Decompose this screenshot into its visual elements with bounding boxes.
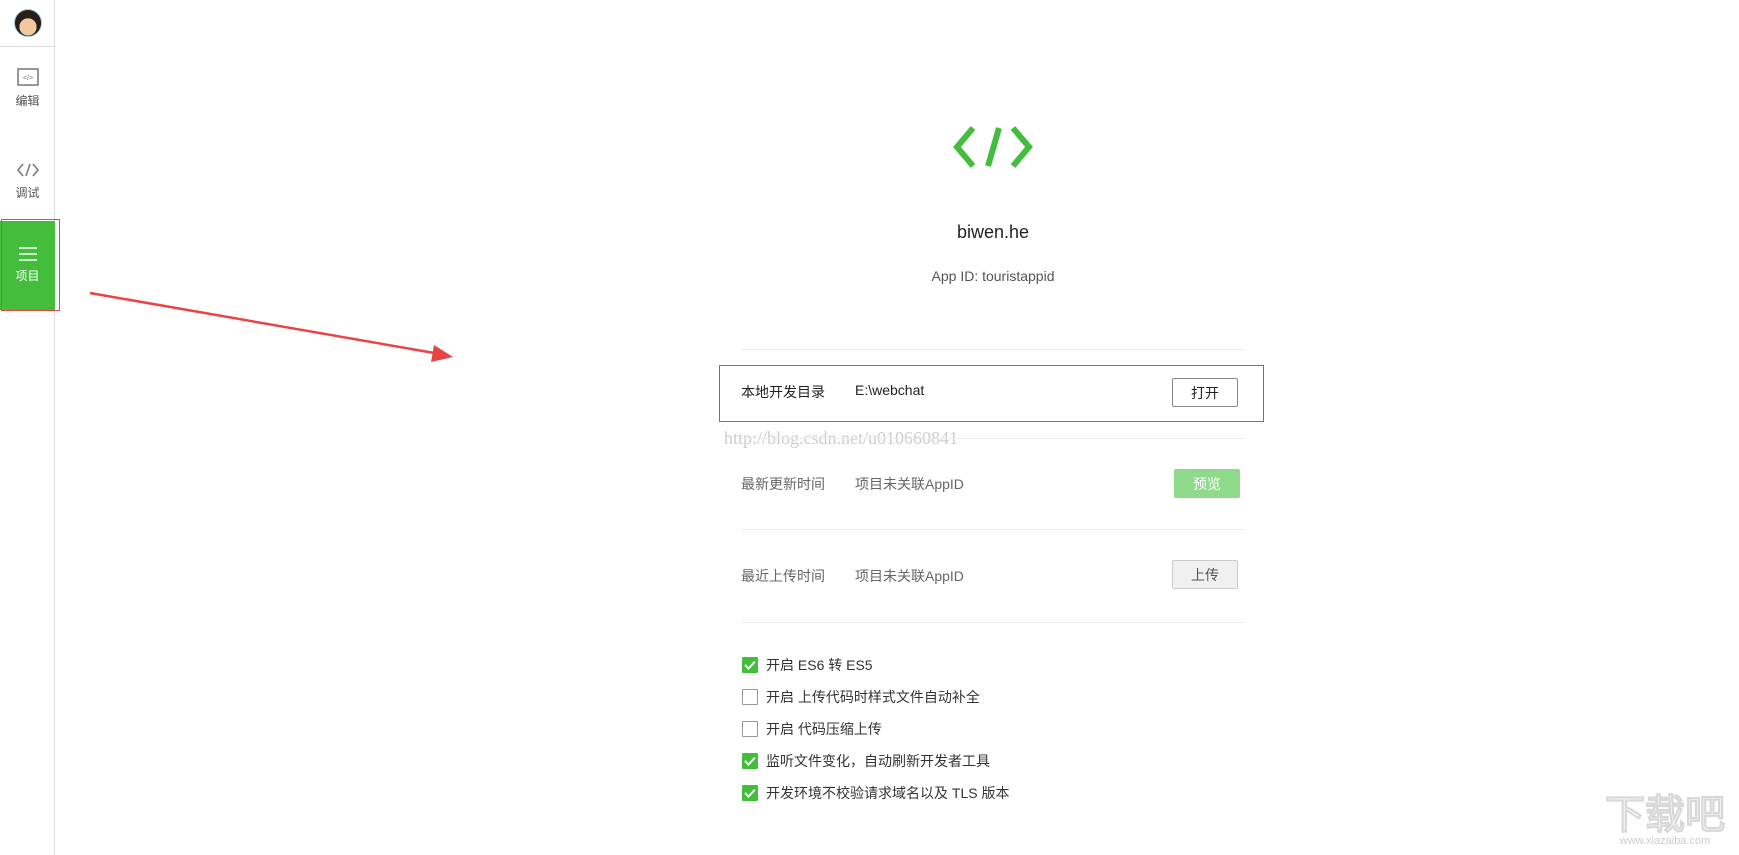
- divider: [741, 622, 1245, 623]
- option-label: 监听文件变化，自动刷新开发者工具: [766, 753, 990, 769]
- option-label: 开启 上传代码时样式文件自动补全: [766, 689, 980, 705]
- app-id: App ID: touristappid: [931, 268, 1055, 284]
- row-label: 最近上传时间: [741, 568, 825, 584]
- upload-button[interactable]: 上传: [1172, 560, 1238, 589]
- local-dir-value: E:\webchat: [855, 382, 925, 398]
- check-icon: [744, 756, 756, 766]
- option-checkbox[interactable]: 开启 ES6 转 ES5: [742, 655, 873, 675]
- update-time-value: 项目未关联AppID: [855, 476, 964, 492]
- check-icon: [744, 788, 756, 798]
- row-label: 本地开发目录: [741, 384, 825, 400]
- upload-time-value: 项目未关联AppID: [855, 568, 964, 584]
- checkbox[interactable]: [742, 753, 758, 769]
- open-button[interactable]: 打开: [1172, 378, 1238, 407]
- checkbox[interactable]: [742, 785, 758, 801]
- row-label: 最新更新时间: [741, 476, 825, 492]
- option-label: 开启 ES6 转 ES5: [766, 657, 873, 673]
- check-icon: [744, 660, 756, 670]
- option-checkbox[interactable]: 开发环境不校验请求域名以及 TLS 版本: [742, 783, 1009, 803]
- option-checkbox[interactable]: 开启 上传代码时样式文件自动补全: [742, 687, 980, 707]
- divider: [741, 438, 1245, 439]
- watermark-site: 下载吧: [1605, 793, 1726, 837]
- checkbox[interactable]: [742, 721, 758, 737]
- option-label: 开发环境不校验请求域名以及 TLS 版本: [766, 785, 1010, 801]
- checkbox[interactable]: [742, 657, 758, 673]
- project-name: biwen.he: [956, 222, 1030, 242]
- option-checkbox[interactable]: 开启 代码压缩上传: [742, 719, 882, 739]
- option-label: 开启 代码压缩上传: [766, 721, 882, 737]
- code-logo-icon: [953, 126, 1033, 168]
- divider: [741, 349, 1245, 350]
- checkbox[interactable]: [742, 689, 758, 705]
- option-checkbox[interactable]: 监听文件变化，自动刷新开发者工具: [742, 751, 990, 771]
- divider: [741, 529, 1245, 530]
- watermark-xiazaiba: 下载吧 www.xiazaiba.com: [1600, 793, 1730, 848]
- preview-button[interactable]: 预览: [1174, 469, 1240, 498]
